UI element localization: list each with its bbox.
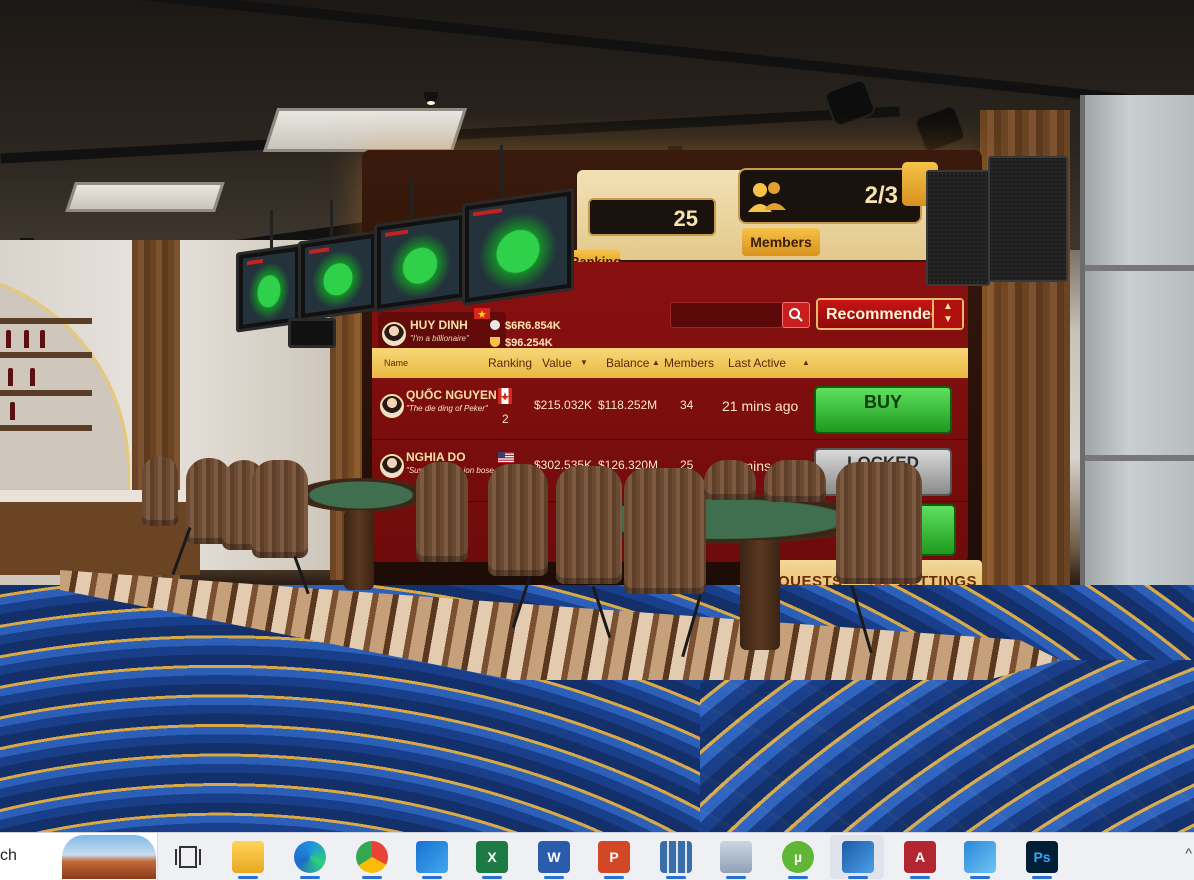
taskbar-search[interactable]: ch <box>0 833 158 880</box>
row-last-active: 21 mins ago <box>722 398 799 414</box>
wine-shelf <box>0 425 92 431</box>
row-members: 34 <box>680 398 694 412</box>
search-button[interactable] <box>782 302 810 328</box>
chair <box>416 462 468 562</box>
search-icon <box>789 308 803 322</box>
sketchup-icon[interactable] <box>842 841 874 879</box>
top-player-coins: $6R6.854K <box>490 320 561 332</box>
speaker <box>988 156 1068 282</box>
speaker <box>926 170 990 286</box>
chair <box>488 464 548 576</box>
members-value: 2/3 <box>864 182 898 209</box>
top-player-name: HUY DINH <box>410 318 468 332</box>
calculator-icon[interactable] <box>660 841 692 879</box>
stage-spotlight <box>915 106 965 152</box>
poker-table <box>296 478 426 512</box>
wallpaper-scene: 25 Ranking 2/3 Members HUY DINH "I'm a b… <box>0 0 1194 832</box>
sort-dropdown[interactable]: Recommended ▲ ▼ <box>816 298 964 330</box>
rank-value: 25 <box>588 198 716 236</box>
chair <box>836 462 922 584</box>
ac-vent <box>65 182 225 212</box>
sort-selected-value: Recommended <box>826 306 941 323</box>
table-pedestal <box>344 510 374 590</box>
canada-flag-icon <box>498 388 512 404</box>
row-balance: $118.252M <box>598 398 658 412</box>
avatar <box>380 394 404 418</box>
trophy-icon <box>490 337 500 347</box>
remote-desktop-icon[interactable] <box>720 841 752 879</box>
wine-shelf <box>0 352 92 358</box>
top-player-subtitle: "I'm a billionaire" <box>410 334 469 343</box>
row-name: QUỐC NGUYEN <box>406 388 497 402</box>
col-ranking[interactable]: Ranking <box>488 356 532 370</box>
row-rank: 2 <box>502 412 509 426</box>
ac-vent <box>262 108 468 152</box>
excel-icon[interactable]: X <box>476 841 508 879</box>
chevron-updown-icon: ▲ ▼ <box>932 300 962 328</box>
col-balance[interactable]: Balance <box>606 356 649 370</box>
word-icon[interactable]: W <box>538 841 570 879</box>
edge-icon[interactable] <box>294 841 326 879</box>
ceiling-beam <box>2 0 1192 111</box>
vietnam-flag-icon <box>474 308 490 319</box>
wine-bottle <box>10 402 15 420</box>
members-icon <box>748 182 786 212</box>
tab-members[interactable]: Members <box>742 228 820 256</box>
table-row[interactable]: QUỐC NGUYEN "The die ding of Peker" 2 $2… <box>372 380 968 440</box>
buy-button[interactable]: BUY <box>814 386 952 434</box>
table-monitor <box>462 188 574 306</box>
powerpoint-icon[interactable]: P <box>598 841 630 879</box>
taskbar: ch X W P µ A Ps ^ <box>0 832 1194 880</box>
wine-bottle <box>24 330 29 348</box>
show-hidden-icons-chevron-icon[interactable]: ^ <box>1185 845 1192 861</box>
table-monitor <box>288 318 336 348</box>
col-members[interactable]: Members <box>664 356 714 370</box>
wine-bottle <box>30 368 35 386</box>
members-counter: 2/3 <box>738 168 922 224</box>
sort-down-icon: ▼ <box>580 358 588 367</box>
table-header: Name Ranking Value ▼ Balance ▲ Members L… <box>372 348 968 378</box>
chair <box>704 460 756 500</box>
search-highlight-image <box>62 835 156 879</box>
wine-shelf <box>0 390 92 396</box>
col-value[interactable]: Value <box>542 356 572 370</box>
row-subtitle: "The die ding of Peker" <box>406 404 488 413</box>
avatar <box>382 322 406 346</box>
photoshop-icon[interactable]: Ps <box>1026 841 1058 879</box>
downlight <box>424 92 438 105</box>
wine-bottle <box>8 368 13 386</box>
taskbar-search-text: ch <box>0 847 17 864</box>
chair <box>142 456 178 526</box>
sort-up-icon: ▲ <box>652 358 660 367</box>
outlook-icon[interactable] <box>416 841 448 879</box>
task-view-icon[interactable] <box>172 841 204 873</box>
col-last-active[interactable]: Last Active <box>728 356 786 370</box>
table-pedestal <box>740 540 780 650</box>
wine-bottle <box>40 330 45 348</box>
access-icon[interactable]: A <box>904 841 936 879</box>
carpet <box>700 660 1194 832</box>
utorrent-icon[interactable]: µ <box>782 841 814 879</box>
file-explorer-icon[interactable] <box>232 841 264 879</box>
coin-icon <box>490 320 500 330</box>
chair <box>252 460 308 558</box>
sort-up-icon: ▲ <box>802 358 810 367</box>
chrome-icon[interactable] <box>356 841 388 879</box>
table-monitor <box>374 211 466 313</box>
chair <box>624 468 706 594</box>
photos-icon[interactable] <box>964 841 996 879</box>
usa-flag-icon <box>498 452 514 463</box>
table-monitor <box>298 230 378 322</box>
chair <box>556 466 622 584</box>
col-name[interactable]: Name <box>384 358 408 368</box>
wine-shelf <box>0 318 92 324</box>
avatar <box>380 454 404 478</box>
wine-bottle <box>6 330 11 348</box>
row-value: $215.032K <box>534 398 593 412</box>
chair <box>764 460 826 502</box>
